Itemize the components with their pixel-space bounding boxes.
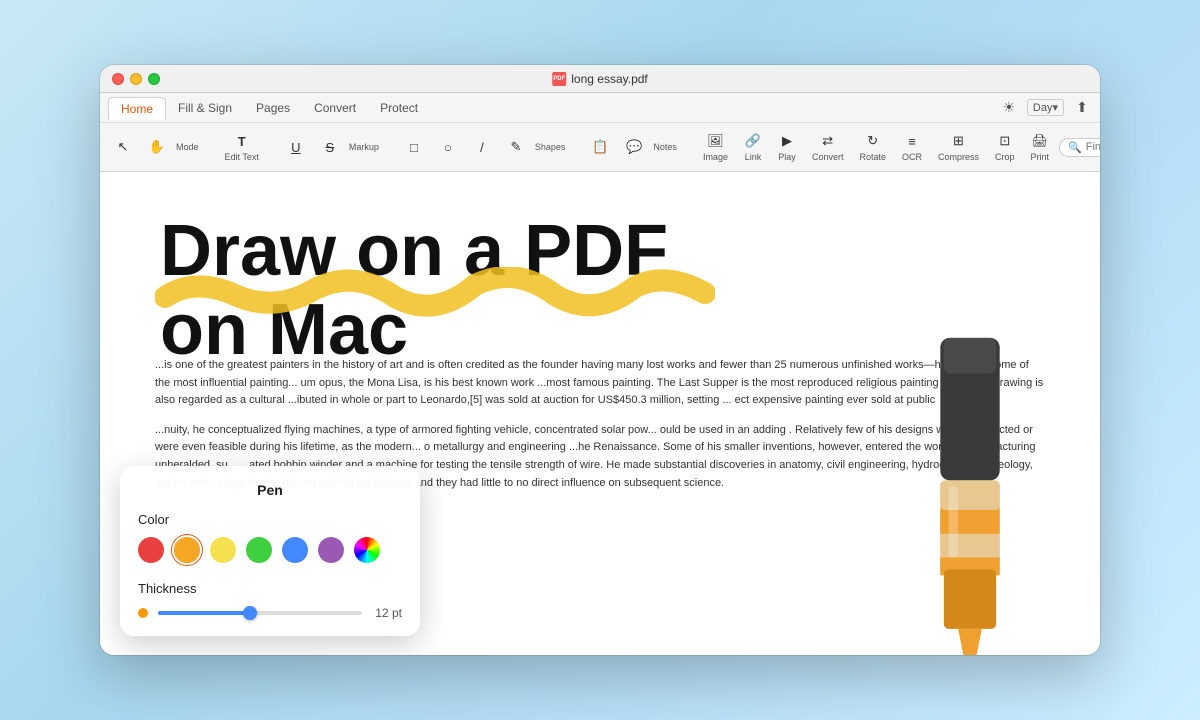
thickness-dot-icon xyxy=(138,608,148,618)
title-bar: PDF long essay.pdf xyxy=(100,65,1100,93)
circle-icon: ○ xyxy=(439,138,457,156)
text-edit-icon: T xyxy=(233,132,251,150)
tool-edit-text[interactable]: T Edit Text xyxy=(219,130,265,164)
fullscreen-button[interactable] xyxy=(148,73,160,85)
tab-home[interactable]: Home xyxy=(108,97,166,120)
tool-rotate[interactable]: ↻ Rotate xyxy=(853,130,892,164)
tool-link[interactable]: 🔗 Link xyxy=(738,130,768,164)
cursor-icon: ↖ xyxy=(114,138,132,156)
highlighter-marker-image xyxy=(830,326,1100,655)
color-swatch-blue[interactable] xyxy=(282,537,308,563)
thickness-slider[interactable] xyxy=(158,611,362,615)
thickness-slider-thumb[interactable] xyxy=(243,606,257,620)
tool-ocr[interactable]: ≡ OCR xyxy=(896,130,928,164)
tool-mode-select[interactable]: ↖ xyxy=(108,136,138,158)
tool-print[interactable]: 🖨 Print xyxy=(1025,130,1056,164)
toolbar: Home Fill & Sign Pages Convert Protect ☀… xyxy=(100,93,1100,172)
hand-icon: ✋ xyxy=(148,138,166,156)
link-icon: 🔗 xyxy=(744,132,762,150)
color-swatch-multicolor[interactable] xyxy=(354,537,380,563)
sticky-note-icon: 📋 xyxy=(591,138,609,156)
color-swatch-red[interactable] xyxy=(138,537,164,563)
comment-icon: 💬 xyxy=(625,138,643,156)
tab-fill-sign[interactable]: Fill & Sign xyxy=(166,97,244,119)
crop-label: Crop xyxy=(995,152,1015,162)
convert-label: Convert xyxy=(812,152,844,162)
rotate-icon: ↻ xyxy=(864,132,882,150)
ocr-icon: ≡ xyxy=(903,132,921,150)
tool-play[interactable]: ▶ Play xyxy=(772,130,802,164)
compress-label: Compress xyxy=(938,152,979,162)
tool-shape-pen[interactable]: ✎ xyxy=(501,136,531,158)
tab-convert[interactable]: Convert xyxy=(302,97,368,119)
underline-icon: U xyxy=(287,138,305,156)
color-swatch-yellow[interactable] xyxy=(210,537,236,563)
play-label: Play xyxy=(778,152,796,162)
tool-crop[interactable]: ⊡ Crop xyxy=(989,130,1021,164)
tool-sticky-note[interactable]: 📋 xyxy=(585,136,615,158)
brightness-icon[interactable]: ☀ xyxy=(999,98,1019,118)
markup-label: Markup xyxy=(349,142,379,152)
rotate-label: Rotate xyxy=(859,152,886,162)
tool-markup-strikethrough[interactable]: S xyxy=(315,136,345,158)
line-icon: / xyxy=(473,138,491,156)
tool-compress[interactable]: ⊞ Compress xyxy=(932,130,985,164)
pdf-file-icon: PDF xyxy=(552,72,566,86)
thickness-value: 12 pt xyxy=(372,606,402,620)
image-label: Image xyxy=(703,152,728,162)
print-icon: 🖨 xyxy=(1031,132,1049,150)
find-search-box[interactable]: 🔍 xyxy=(1059,138,1100,157)
minimize-button[interactable] xyxy=(130,73,142,85)
color-section-label: Color xyxy=(138,512,402,527)
tool-shape-rect[interactable]: □ xyxy=(399,136,429,158)
compress-icon: ⊞ xyxy=(950,132,968,150)
search-magnifier-icon: 🔍 xyxy=(1068,141,1082,154)
toolbar-tools-row: ↖ ✋ Mode T Edit Text U S Markup □ xyxy=(100,123,1100,171)
tool-shape-circle[interactable]: ○ xyxy=(433,136,463,158)
tool-comment[interactable]: 💬 xyxy=(619,136,649,158)
crop-icon: ⊡ xyxy=(996,132,1014,150)
strikethrough-icon: S xyxy=(321,138,339,156)
play-icon: ▶ xyxy=(778,132,796,150)
traffic-lights xyxy=(112,73,160,85)
image-icon: 🖼 xyxy=(706,132,724,150)
notes-label: Notes xyxy=(653,142,677,152)
upload-icon[interactable]: ⬆ xyxy=(1072,98,1092,118)
convert-icon: ⇄ xyxy=(819,132,837,150)
print-label: Print xyxy=(1031,152,1050,162)
thickness-section-label: Thickness xyxy=(138,581,402,596)
main-content-area: Draw on a PDF on Mac ...is one of the gr… xyxy=(100,172,1100,655)
color-swatch-purple[interactable] xyxy=(318,537,344,563)
thickness-row: 12 pt xyxy=(138,606,402,620)
toolbar-right-controls: ☀ Day▾ ⬆ xyxy=(999,98,1092,118)
tool-markup-underline[interactable]: U xyxy=(281,136,311,158)
color-swatches xyxy=(138,537,402,563)
yellow-squiggle xyxy=(155,267,715,317)
link-label: Link xyxy=(745,152,762,162)
tool-mode-hand[interactable]: ✋ xyxy=(142,136,172,158)
tab-protect[interactable]: Protect xyxy=(368,97,430,119)
color-swatch-orange[interactable] xyxy=(174,537,200,563)
shapes-label: Shapes xyxy=(535,142,566,152)
pen-popup-title: Pen xyxy=(138,482,402,498)
color-swatch-green[interactable] xyxy=(246,537,272,563)
tool-image[interactable]: 🖼 Image xyxy=(697,130,734,164)
tab-pages[interactable]: Pages xyxy=(244,97,302,119)
rectangle-icon: □ xyxy=(405,138,423,156)
thickness-slider-fill xyxy=(158,611,250,615)
pen-icon: ✎ xyxy=(507,138,525,156)
tool-shape-line[interactable]: / xyxy=(467,136,497,158)
close-button[interactable] xyxy=(112,73,124,85)
pen-color-popup: Pen Color Thickness 12 pt xyxy=(120,466,420,636)
toolbar-tab-bar: Home Fill & Sign Pages Convert Protect ☀… xyxy=(100,93,1100,123)
window-title: PDF long essay.pdf xyxy=(552,72,648,86)
edit-text-label: Edit Text xyxy=(225,152,259,162)
search-input[interactable] xyxy=(1086,141,1100,153)
app-window: PDF long essay.pdf Home Fill & Sign Page… xyxy=(100,65,1100,655)
mode-label: Mode xyxy=(176,142,199,152)
day-toggle[interactable]: Day▾ xyxy=(1027,99,1064,116)
tool-convert[interactable]: ⇄ Convert xyxy=(806,130,850,164)
ocr-label: OCR xyxy=(902,152,922,162)
